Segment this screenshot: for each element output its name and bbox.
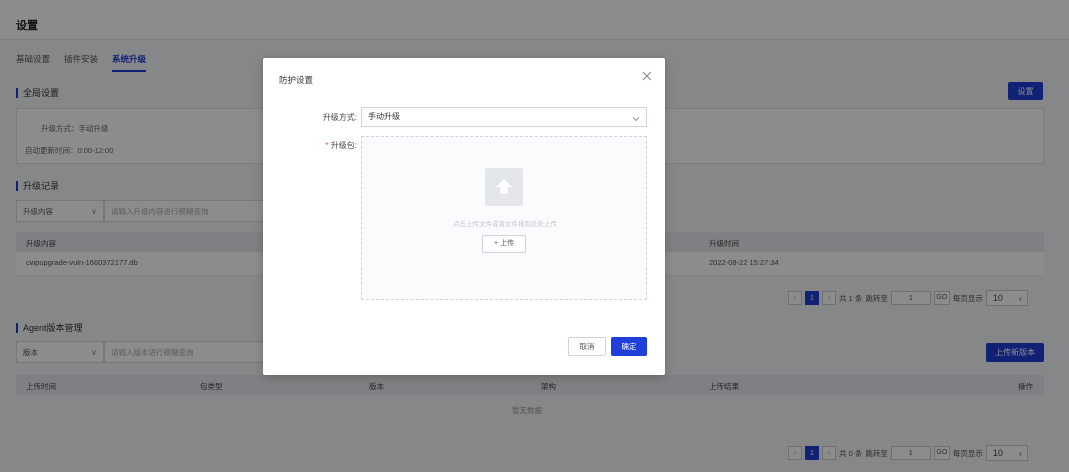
- package-label: * 升级包:: [303, 140, 357, 151]
- upload-dropzone[interactable]: 点击上传文件或将文件拖到此处上传 + 上传: [361, 136, 647, 300]
- protection-settings-modal: 防护设置 升级方式: 手动升级 * 升级包: 点击上传文件或将文件拖到此处上传 …: [263, 58, 665, 375]
- modal-title: 防护设置: [279, 75, 314, 85]
- ok-button[interactable]: 确定: [611, 337, 647, 356]
- upload-arrow-icon: [485, 168, 523, 206]
- chevron-down-icon: [632, 112, 640, 122]
- upload-button[interactable]: + 上传: [482, 235, 526, 253]
- upload-hint: 点击上传文件或将文件拖到此处上传: [453, 221, 557, 228]
- package-label-text: 升级包:: [330, 141, 357, 150]
- required-mark: *: [325, 141, 329, 150]
- upgrade-mode-value: 手动升级: [368, 112, 400, 121]
- upgrade-mode-label: 升级方式:: [322, 113, 357, 122]
- upgrade-mode-select[interactable]: 手动升级: [361, 107, 647, 127]
- close-icon[interactable]: [641, 70, 653, 82]
- cancel-button[interactable]: 取消: [568, 337, 606, 356]
